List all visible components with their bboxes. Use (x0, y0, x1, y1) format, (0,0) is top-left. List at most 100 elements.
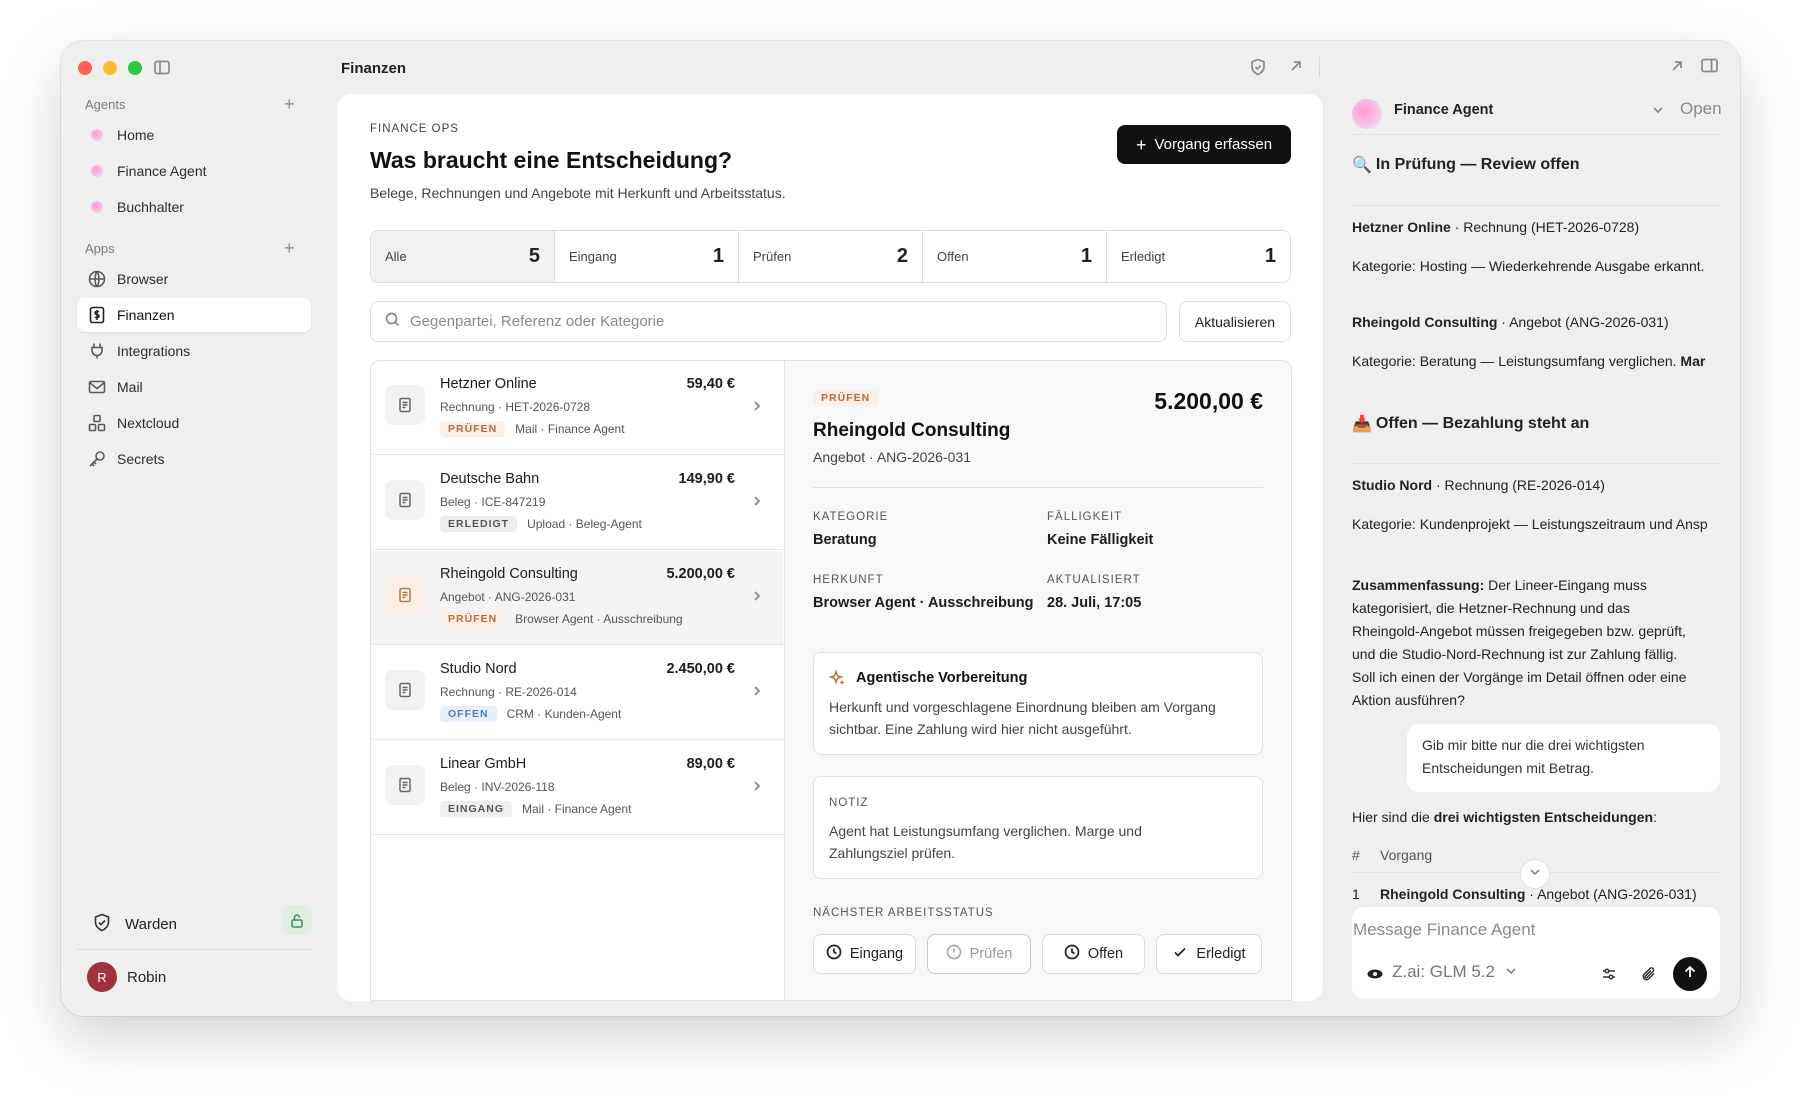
next-status-label: NÄCHSTER ARBEITSSTATUS (813, 907, 994, 919)
chevron-right-icon (751, 399, 763, 411)
add-agent-icon[interactable]: + (284, 95, 295, 113)
chat-line: Hetzner Online · Rechnung (HET-2026-0728… (1352, 219, 1640, 235)
detail-reference: Angebot · ANG-2026-031 (813, 449, 971, 465)
sidebar-item-integrations[interactable]: Integrations (77, 334, 311, 368)
filter-offen[interactable]: Offen 1 (923, 231, 1107, 282)
filter-alle[interactable]: Alle 5 (371, 231, 555, 282)
filter-erledigt[interactable]: Erledigt 1 (1107, 231, 1290, 282)
detail-name: Rheingold Consulting (813, 420, 1011, 441)
search-placeholder: Gegenpartei, Referenz oder Kategorie (410, 313, 665, 330)
status-offen-button[interactable]: Offen (1042, 934, 1145, 974)
agent-avatar (1352, 99, 1382, 129)
new-entry-button[interactable]: + Vorgang erfassen (1117, 125, 1291, 164)
unlock-icon[interactable] (282, 905, 312, 935)
divider (1352, 205, 1720, 206)
item-source: Mail · Finance Agent (515, 422, 625, 436)
sidebar-agent-finance-agent[interactable]: Finance Agent (77, 154, 311, 188)
item-reference: Rechnung · RE-2026-014 (440, 685, 577, 699)
agent-avatar (91, 201, 103, 213)
chevron-right-icon (751, 494, 763, 506)
add-app-icon[interactable]: + (284, 239, 295, 257)
sidebar-item-label: Browser (117, 271, 169, 287)
sidebar-item-label: Buchhalter (117, 199, 184, 215)
user-message-bubble: Gib mir bitte nur die drei wichtigsten E… (1407, 724, 1720, 792)
status-erledigt-button[interactable]: Erledigt (1156, 934, 1262, 974)
sidebar-agent-buchhalter[interactable]: Buchhalter (77, 190, 311, 224)
item-reference: Angebot · ANG-2026-031 (440, 590, 576, 604)
model-selector[interactable]: Z.ai: GLM 5.2 (1392, 962, 1517, 982)
paperclip-icon[interactable] (1641, 965, 1657, 988)
nextcloud-icon (87, 413, 107, 433)
sidebar-item-label: Integrations (117, 343, 191, 359)
plus-icon: + (1135, 134, 1147, 155)
aktualisiert-label: AKTUALISIERT (1047, 574, 1141, 586)
chat-line: Studio Nord · Rechnung (RE-2026-014) (1352, 477, 1605, 493)
search-input[interactable]: Gegenpartei, Referenz oder Kategorie (370, 301, 1167, 342)
status-eingang-button[interactable]: Eingang (813, 934, 916, 974)
item-name: Linear GmbH (440, 756, 527, 772)
divider (1352, 134, 1720, 135)
item-amount: 149,90 € (678, 471, 735, 487)
note-text-line: Zahlungsziel prüfen. (829, 845, 956, 861)
apps-section-label: Apps (85, 241, 115, 256)
list-item[interactable]: Studio Nord 2.450,00 € Rechnung · RE-202… (371, 646, 783, 740)
document-icon (385, 670, 425, 710)
send-button[interactable] (1673, 957, 1707, 991)
settings-sliders-icon[interactable] (1601, 966, 1617, 987)
list-item[interactable]: Deutsche Bahn 149,90 € Beleg · ICE-84721… (371, 456, 783, 550)
shield-check-icon[interactable] (1250, 58, 1266, 81)
minimize-window-button[interactable] (103, 61, 117, 75)
warden-label: Warden (125, 916, 177, 933)
sidebar-item-secrets[interactable]: Secrets (77, 442, 311, 476)
item-amount: 59,40 € (686, 376, 735, 392)
check-icon (1172, 944, 1188, 964)
mail-icon (87, 377, 107, 397)
detail-status-badge: PRÜFEN (813, 390, 879, 406)
status-badge: OFFEN (440, 706, 497, 722)
sidebar-toggle-icon[interactable] (154, 60, 170, 80)
key-icon (87, 449, 107, 469)
sidebar-item-finanzen[interactable]: Finanzen (77, 298, 311, 332)
item-amount: 5.200,00 € (666, 566, 735, 582)
item-name: Studio Nord (440, 661, 517, 677)
item-amount: 89,00 € (686, 756, 735, 772)
sidebar-item-mail[interactable]: Mail (77, 370, 311, 404)
scroll-down-button[interactable] (1520, 859, 1550, 889)
message-composer: Message Finance Agent Z.ai: GLM 5.2 (1352, 907, 1720, 999)
table-row-number: 1 (1352, 886, 1360, 902)
message-input-placeholder[interactable]: Message Finance Agent (1353, 920, 1535, 940)
user-profile[interactable]: R Robin (87, 962, 166, 992)
list-item[interactable]: Hetzner Online 59,40 € Rechnung · HET-20… (371, 361, 783, 455)
chat-line: Hier sind die drei wichtigsten Entscheid… (1352, 809, 1657, 825)
open-button[interactable]: Open (1680, 99, 1722, 119)
detail-panel: PRÜFEN 5.200,00 € Rheingold Consulting A… (784, 360, 1292, 1001)
sidebar-item-label: Mail (117, 379, 143, 395)
filter-pruefen[interactable]: Prüfen 2 (739, 231, 923, 282)
sidebar-item-label: Finance Agent (117, 163, 207, 179)
filter-eingang[interactable]: Eingang 1 (555, 231, 739, 282)
chevron-down-icon[interactable] (1652, 103, 1664, 121)
refresh-button[interactable]: Aktualisieren (1179, 301, 1291, 342)
note-label: NOTIZ (829, 797, 869, 809)
panel-toggle-icon[interactable] (1701, 58, 1718, 78)
avatar: R (87, 962, 117, 992)
close-window-button[interactable] (78, 61, 92, 75)
maximize-window-button[interactable] (128, 61, 142, 75)
sidebar-item-label: Nextcloud (117, 415, 180, 431)
list-item-selected[interactable]: Rheingold Consulting 5.200,00 € Angebot … (371, 551, 783, 645)
shield-icon (93, 913, 111, 936)
status-pruefen-button[interactable]: Prüfen (927, 934, 1031, 974)
chat-line: Rheingold Consulting · Angebot (ANG-2026… (1352, 314, 1669, 330)
external-link-icon[interactable] (1670, 59, 1684, 78)
document-icon (385, 480, 425, 520)
list-item[interactable]: Linear GmbH 89,00 € Beleg · INV-2026-118… (371, 741, 783, 835)
sidebar-item-browser[interactable]: Browser (77, 262, 311, 296)
sidebar-item-nextcloud[interactable]: Nextcloud (77, 406, 311, 440)
chat-summary: Zusammenfassung: Der Lineer-Eingang muss… (1352, 577, 1687, 708)
chevron-down-icon (1529, 865, 1541, 883)
sidebar-agent-home[interactable]: Home (77, 118, 311, 152)
table-header-vorgang: Vorgang (1380, 847, 1433, 863)
warden-item[interactable]: Warden (93, 913, 177, 936)
detail-amount: 5.200,00 € (1154, 388, 1263, 414)
external-link-icon[interactable] (1289, 59, 1303, 78)
